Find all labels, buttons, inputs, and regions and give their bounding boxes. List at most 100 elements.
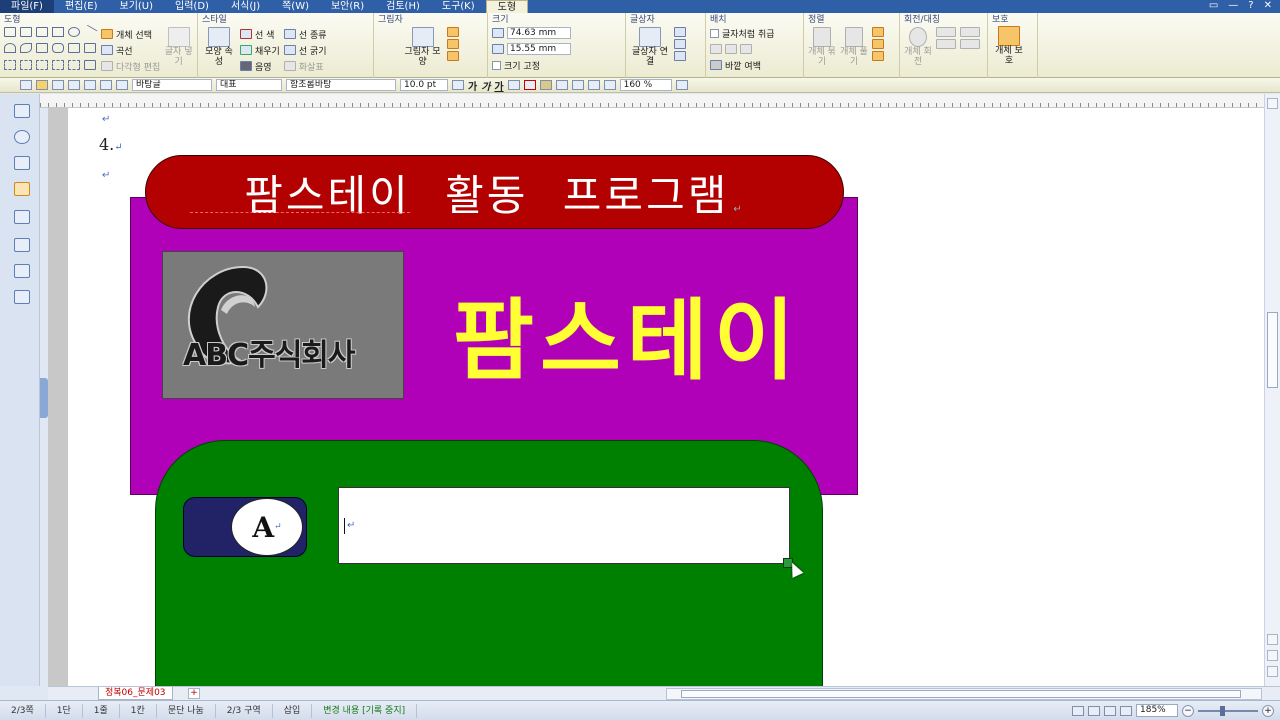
zoom-select[interactable]: 185% [1136,704,1178,717]
rect-shape-icon[interactable] [20,27,32,37]
scroll-thumb[interactable] [1267,312,1278,388]
font-select[interactable]: 함초롬바탕 [286,79,396,91]
arc-shape-icon[interactable] [4,43,16,54]
arrow-button[interactable]: 화살표 [283,59,327,73]
menu-security[interactable]: 보안(R) [320,0,375,13]
farmstay-wordart[interactable]: 팜스테이 [453,270,813,397]
textbox-option-icon[interactable] [674,39,686,49]
save-icon[interactable] [52,80,64,90]
help-icon[interactable]: ? [1248,0,1253,11]
align-justify-icon[interactable] [539,80,552,90]
underline-button[interactable]: 가 [494,78,503,93]
view-mode-icon[interactable] [1120,705,1132,716]
language-select[interactable]: 대표 [216,79,282,91]
rotate-object-button[interactable]: 개체 회전 [904,27,932,67]
flip-icon[interactable] [936,27,956,37]
ungroup-objects-button[interactable]: 개체 풀기 [840,27,868,67]
image-icon[interactable] [14,264,30,278]
fix-size-checkbox[interactable]: 크기 고정 [492,58,621,72]
wrap-icon[interactable] [710,44,722,54]
flip-icon[interactable] [960,27,980,37]
book-icon[interactable] [14,104,30,118]
polygon-edit-button[interactable]: 다각형 편집 [101,59,160,73]
align-left-icon[interactable] [555,80,568,90]
height-input[interactable]: 15.55 mm [507,43,571,55]
font-color-icon[interactable] [507,80,520,90]
dashed-shape-icon[interactable] [36,59,48,70]
menu-edit[interactable]: 편집(E) [54,0,109,13]
line-shape-icon[interactable] [82,24,98,40]
status-insert-mode[interactable]: 삽입 [273,703,313,718]
zoom-slider[interactable] [1198,705,1258,716]
line-spacing-icon[interactable] [603,80,616,90]
protect-object-button[interactable]: 개체 보호 [992,26,1026,66]
scroll-thumb[interactable] [681,690,1241,698]
zoom-slider-knob[interactable] [1220,705,1225,716]
order-icon[interactable] [872,51,884,61]
spin-icon[interactable] [452,80,464,90]
menu-file[interactable]: 파일(F) [0,0,54,13]
status-page[interactable]: 2/3쪽 [0,703,46,718]
help-circle-icon[interactable] [14,130,30,144]
horizontal-ruler[interactable] [40,94,1264,108]
text-box[interactable]: ↵ [338,487,790,564]
menu-review[interactable]: 검토(H) [375,0,431,13]
lightning-icon[interactable] [14,182,30,196]
wrap-icon[interactable] [740,44,752,54]
style-select[interactable]: 바탕글 [132,79,212,91]
italic-button[interactable]: 가 [481,78,490,93]
vertical-scrollbar[interactable] [1264,94,1280,686]
prev-page-icon[interactable] [1267,650,1278,661]
line-color-button[interactable]: 선 색 [240,27,280,41]
insert-text-button[interactable]: 글자 넣기 [164,27,193,73]
select-object-button[interactable]: 개체 선택 [101,27,160,41]
menu-view[interactable]: 보기(U) [109,0,165,13]
minimize-icon[interactable]: — [1228,0,1238,11]
dashed-shape-icon[interactable] [52,59,64,70]
order-icon[interactable] [872,27,884,37]
line-spacing-input[interactable]: 160 % [619,79,672,91]
outer-margin-button[interactable]: 바깥 여백 [710,58,799,72]
restore-icon[interactable]: ▭ [1209,0,1218,11]
width-input[interactable]: 74.63 mm [507,27,571,39]
shadow-shape-button[interactable]: 그림자 모양 [403,27,443,67]
zoom-in-icon[interactable]: + [1262,704,1274,717]
connector-shape-icon[interactable] [68,43,80,54]
bold-button[interactable]: 가 [468,78,477,93]
align-center-icon[interactable] [571,80,584,90]
group-objects-button[interactable]: 개체 묶기 [808,27,836,67]
flip-icon[interactable] [960,39,980,49]
status-track-changes[interactable]: 변경 내용 [기록 중지] [312,703,418,718]
zoom-out-icon[interactable]: − [1182,704,1194,717]
spin-icon[interactable] [675,80,688,90]
curve-button[interactable]: 곡선 [101,43,160,57]
table-icon[interactable] [14,238,30,252]
rect-shape-icon[interactable] [36,27,48,37]
ellipse-shape-icon[interactable] [68,27,80,37]
scroll-down-icon[interactable] [1267,634,1278,645]
menu-shape[interactable]: 도형 [485,0,529,13]
redo-icon[interactable] [116,80,128,90]
shadow-up-icon[interactable] [446,27,459,37]
more-shapes-icon[interactable] [84,59,96,70]
textbox-option-icon[interactable] [674,27,686,37]
dashed-shape-icon[interactable] [68,59,80,70]
curve-shape-icon[interactable] [20,43,32,54]
dashed-shape-icon[interactable] [4,59,16,70]
connector-shape-icon[interactable] [84,43,96,54]
shadow-down-icon[interactable] [446,51,459,61]
view-mode-icon[interactable] [1088,705,1100,716]
horizontal-scrollbar[interactable] [666,688,1262,700]
page[interactable]: ↵ 4.↵ ↵ 팜스테이 활동 프로그램 ↵ ABC주식회사 팜스테이 A ↵ ↵ [68,108,1264,686]
close-icon[interactable]: ✕ [1264,0,1272,11]
view-mode-icon[interactable] [1104,705,1116,716]
polygon-shape-icon[interactable] [36,43,48,54]
rect-shape-icon[interactable] [4,27,16,37]
label-oval[interactable]: A ↵ [231,498,303,556]
shape-properties-button[interactable]: 모양 속성 [202,27,236,73]
add-tab-button[interactable]: + [188,688,200,699]
highlight-icon[interactable] [523,80,536,90]
wrap-icon[interactable] [725,44,737,54]
line-type-button[interactable]: 선 종류 [283,27,327,41]
treat-as-char-checkbox[interactable]: 글자처럼 취급 [710,26,799,40]
